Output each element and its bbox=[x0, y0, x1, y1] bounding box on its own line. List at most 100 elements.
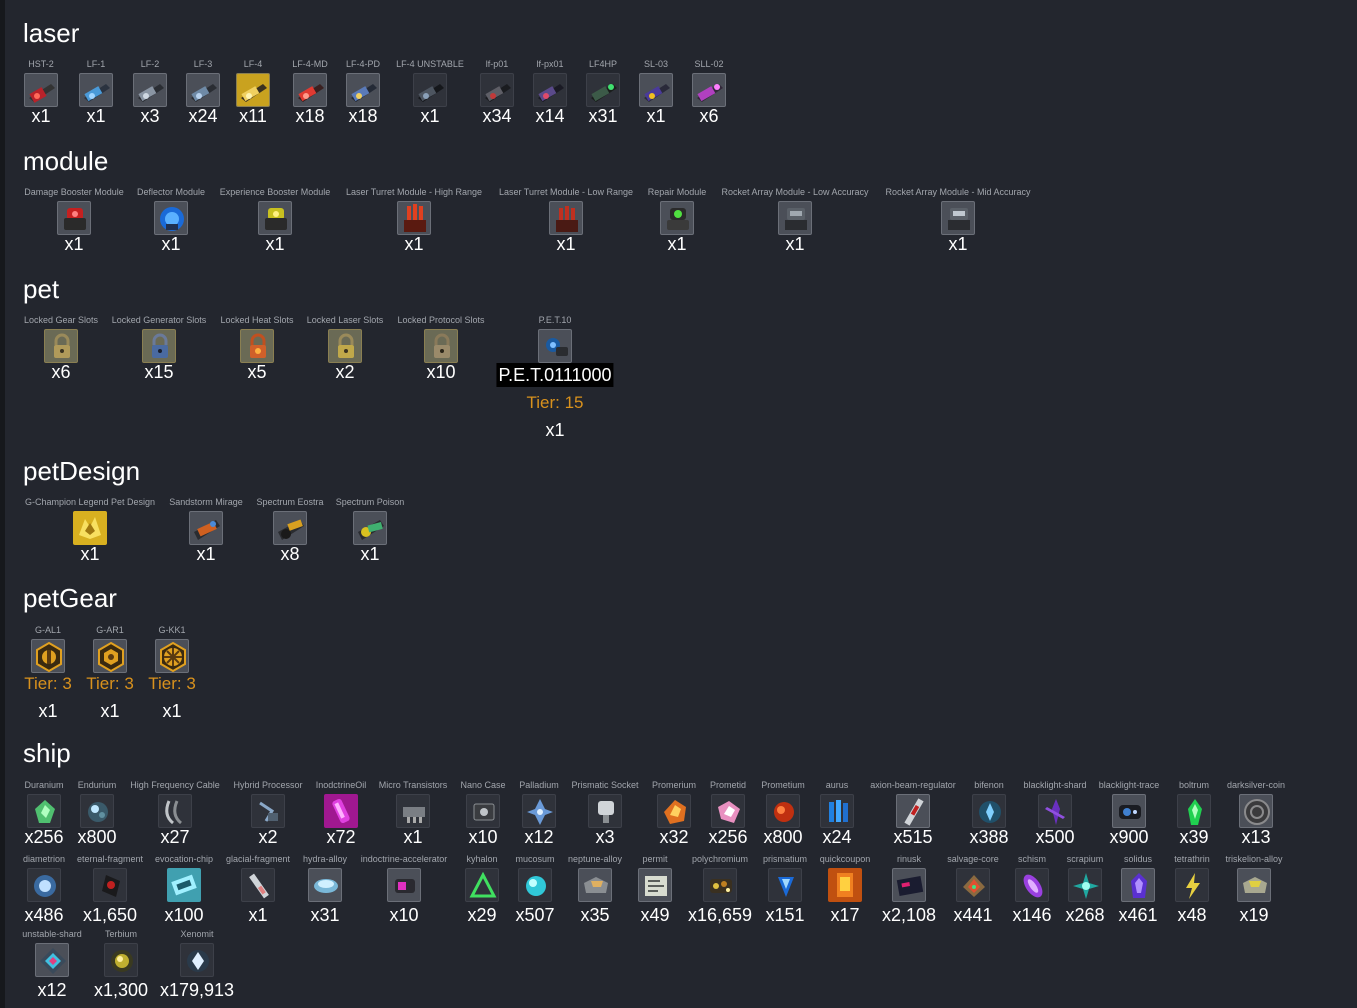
item-label: Prometid bbox=[709, 780, 747, 790]
coin-icon bbox=[1239, 794, 1273, 828]
item-count: x13 bbox=[1241, 827, 1271, 847]
blacklight-shard-icon bbox=[1038, 794, 1072, 828]
item-label: neptune-alloy bbox=[567, 854, 623, 864]
item-label: LF-4-MD bbox=[292, 59, 328, 69]
gray-laser-cannon-icon bbox=[186, 73, 220, 107]
item-label: Locked Heat Slots bbox=[220, 315, 294, 325]
item-label: Nano Case bbox=[460, 780, 506, 790]
accelerator-icon bbox=[387, 868, 421, 902]
item-count: x24 bbox=[188, 106, 218, 126]
prometium-icon bbox=[766, 794, 800, 828]
blue-shield-module-icon bbox=[154, 201, 188, 235]
item-label: Locked Laser Slots bbox=[306, 315, 384, 325]
section-title-module: module bbox=[23, 146, 109, 176]
xenomit-icon bbox=[180, 943, 214, 977]
gold-laser-cannon-icon bbox=[639, 73, 673, 107]
item-count: x6 bbox=[699, 106, 719, 126]
item-label: Sandstorm Mirage bbox=[169, 497, 243, 507]
item-label: unstable-shard bbox=[22, 929, 82, 939]
item-count: x1 bbox=[38, 701, 58, 721]
item-count: x2,108 bbox=[881, 905, 937, 925]
chip-icon bbox=[167, 868, 201, 902]
item-label: LF-1 bbox=[86, 59, 106, 69]
item-label: High Frequency Cable bbox=[130, 780, 220, 790]
red-laser-cannon-icon bbox=[24, 73, 58, 107]
left-border bbox=[0, 0, 5, 1008]
red-turret-module-icon bbox=[397, 201, 431, 235]
item-label: Laser Turret Module - Low Range bbox=[498, 187, 634, 197]
kyhalon-icon bbox=[465, 868, 499, 902]
item-label: lf-px01 bbox=[536, 59, 564, 69]
diametrion-icon bbox=[27, 868, 61, 902]
padlock-icon bbox=[44, 329, 78, 363]
item-count: x32 bbox=[659, 827, 689, 847]
item-count: x1 bbox=[948, 234, 968, 254]
item-count: x1 bbox=[420, 106, 440, 126]
aurus-icon bbox=[820, 794, 854, 828]
item-count: x1 bbox=[80, 544, 100, 564]
section-title-ship: ship bbox=[23, 738, 71, 768]
item-tier: Tier: 3 bbox=[86, 674, 134, 693]
rinusk-icon bbox=[892, 868, 926, 902]
item-label: Promerium bbox=[651, 780, 697, 790]
green-laser-cannon-icon bbox=[586, 73, 620, 107]
item-label: scrapium bbox=[1066, 854, 1104, 864]
item-label: hydra-alloy bbox=[302, 854, 348, 864]
item-count: x10 bbox=[426, 362, 456, 382]
item-label: Duranium bbox=[24, 780, 64, 790]
triskelion-alloy-icon bbox=[1237, 868, 1271, 902]
item-label: InodctrineOil bbox=[315, 780, 367, 790]
blacklight-trace-icon bbox=[1112, 794, 1146, 828]
item-count: x441 bbox=[953, 905, 993, 925]
terbium-icon bbox=[104, 943, 138, 977]
item-count: x1 bbox=[64, 234, 84, 254]
item-tier: Tier: 3 bbox=[148, 674, 196, 693]
item-count: x18 bbox=[348, 106, 378, 126]
item-label: Micro Transistors bbox=[378, 780, 448, 790]
item-count: x151 bbox=[765, 905, 805, 925]
dark-laser-cannon-icon bbox=[413, 73, 447, 107]
red-laser-cannon-icon bbox=[293, 73, 327, 107]
item-label: glacial-fragment bbox=[225, 854, 291, 864]
section-title-petgear: petGear bbox=[23, 583, 117, 613]
item-count: x10 bbox=[468, 827, 498, 847]
gold-pet-design-icon bbox=[73, 511, 107, 545]
item-count: x10 bbox=[389, 905, 419, 925]
item-count: x1 bbox=[86, 106, 106, 126]
regulator-icon bbox=[896, 794, 930, 828]
endurium-icon bbox=[80, 794, 114, 828]
item-count: x24 bbox=[822, 827, 852, 847]
cable-icon bbox=[158, 794, 192, 828]
purple-laser-cannon-icon bbox=[533, 73, 567, 107]
item-label: LF-4 bbox=[243, 59, 263, 69]
solidus-icon bbox=[1121, 868, 1155, 902]
item-count: x3 bbox=[595, 827, 615, 847]
fire-padlock-icon bbox=[240, 329, 274, 363]
item-label: LF-3 bbox=[193, 59, 213, 69]
item-count: x11 bbox=[239, 106, 267, 126]
hydra-alloy-icon bbox=[308, 868, 342, 902]
item-count: x18 bbox=[295, 106, 325, 126]
item-count: x800 bbox=[77, 827, 117, 847]
pet-name-field[interactable]: P.E.T.0111000 bbox=[496, 363, 614, 387]
item-count: x100 bbox=[164, 905, 204, 925]
socket-icon bbox=[588, 794, 622, 828]
gold-pet-design-icon bbox=[273, 511, 307, 545]
gray-laser-cannon-icon bbox=[133, 73, 167, 107]
item-count: x8 bbox=[280, 544, 300, 564]
item-label: LF-2 bbox=[140, 59, 160, 69]
oil-vial-icon bbox=[324, 794, 358, 828]
item-count: x27 bbox=[160, 827, 190, 847]
item-count: x1 bbox=[785, 234, 805, 254]
glacial-fragment-icon bbox=[241, 868, 275, 902]
item-label: G-Champion Legend Pet Design bbox=[24, 497, 156, 507]
item-count: x268 bbox=[1065, 905, 1105, 925]
item-count: x1 bbox=[360, 544, 380, 564]
item-count: x72 bbox=[326, 827, 356, 847]
item-label: permit bbox=[642, 854, 668, 864]
item-count: x515 bbox=[893, 827, 933, 847]
item-count: x179,913 bbox=[159, 980, 235, 1000]
red-robot-module-icon bbox=[57, 201, 91, 235]
scrapium-icon bbox=[1068, 868, 1102, 902]
eternal-fragment-icon bbox=[93, 868, 127, 902]
